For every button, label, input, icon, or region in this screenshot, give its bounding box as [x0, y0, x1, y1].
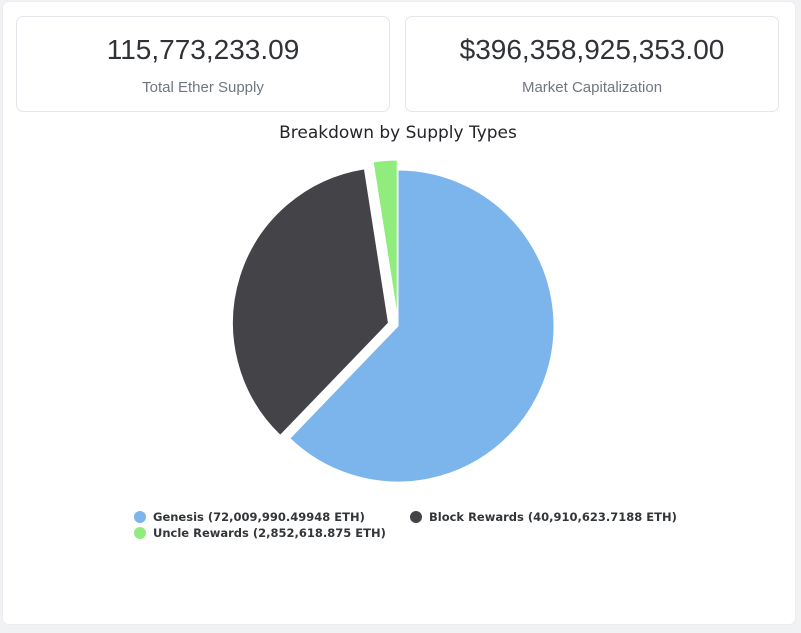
legend-label-1: Block Rewards (40,910,623.7188 ETH)	[429, 510, 677, 524]
legend-marker-1	[410, 511, 422, 523]
legend-item-1[interactable]: Block Rewards (40,910,623.7188 ETH)	[410, 510, 677, 524]
supply-pie-chart: Breakdown by Supply Types Genesis (72,00…	[134, 123, 677, 540]
legend-item-0[interactable]: Genesis (72,009,990.49948 ETH)	[134, 510, 365, 524]
legend-marker-2	[134, 527, 146, 539]
legend-marker-0	[134, 511, 146, 523]
legend-label-2: Uncle Rewards (2,852,618.875 ETH)	[153, 526, 386, 540]
chart-legend: Genesis (72,009,990.49948 ETH) Block Rewa…	[134, 510, 677, 540]
legend-item-2[interactable]: Uncle Rewards (2,852,618.875 ETH)	[134, 526, 386, 540]
chart-title: Breakdown by Supply Types	[279, 123, 517, 143]
pie-slices	[231, 159, 555, 483]
legend-label-0: Genesis (72,009,990.49948 ETH)	[153, 510, 365, 524]
